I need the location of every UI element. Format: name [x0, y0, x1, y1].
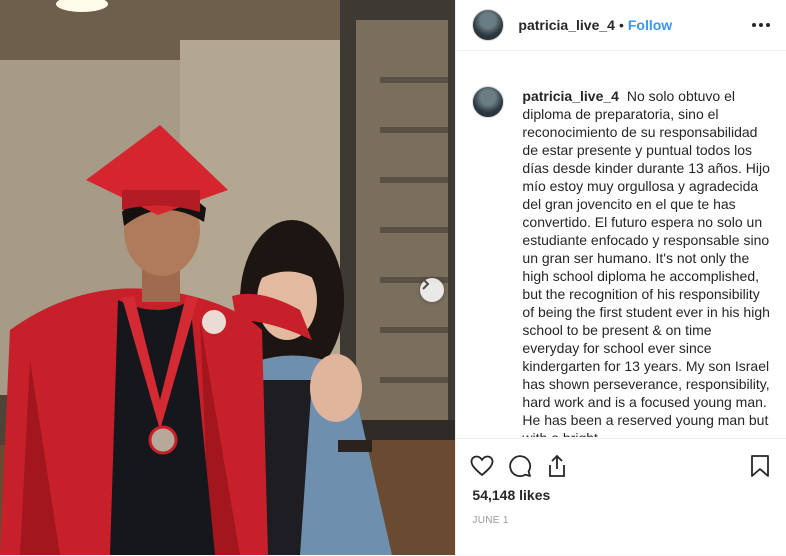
- post-side-panel: patricia_live_4 • Follow patricia_live_4…: [455, 0, 786, 555]
- caption-comment: patricia_live_4 No solo obtuvo el diplom…: [456, 71, 786, 437]
- caption-username-link[interactable]: patricia_live_4: [522, 88, 619, 104]
- avatar[interactable]: [472, 9, 505, 41]
- comment-button[interactable]: [508, 454, 532, 478]
- chevron-right-icon: [422, 278, 430, 290]
- caption-text-block: patricia_live_4 No solo obtuvo el diplom…: [522, 87, 770, 437]
- share-button[interactable]: [546, 454, 568, 478]
- post-header: patricia_live_4 • Follow: [456, 0, 786, 51]
- share-icon: [549, 454, 566, 477]
- caption-text: No solo obtuvo el diploma de preparatori…: [522, 88, 770, 437]
- post-container: patricia_live_4 • Follow patricia_live_4…: [0, 0, 786, 555]
- bookmark-icon: [751, 455, 770, 477]
- action-icons-bar: [456, 439, 786, 481]
- next-photo-button[interactable]: [420, 278, 444, 302]
- post-photo[interactable]: [0, 0, 456, 555]
- likes-count[interactable]: 54,148 likes: [456, 481, 786, 503]
- more-options-icon[interactable]: [752, 17, 770, 33]
- photo-illustration: [0, 0, 456, 555]
- save-button[interactable]: [750, 454, 770, 478]
- heart-icon: [471, 455, 494, 477]
- like-button[interactable]: [470, 455, 494, 477]
- comments-scroll-area[interactable]: patricia_live_4 No solo obtuvo el diplom…: [456, 71, 786, 437]
- post-actions-section: 54,148 likes JUNE 1: [456, 438, 786, 556]
- post-date[interactable]: JUNE 1: [456, 503, 786, 526]
- separator-dot: •: [618, 17, 624, 33]
- follow-button[interactable]: Follow: [628, 17, 672, 33]
- username-link[interactable]: patricia_live_4: [518, 17, 615, 33]
- comment-icon: [509, 455, 532, 478]
- caption-avatar[interactable]: [472, 86, 505, 118]
